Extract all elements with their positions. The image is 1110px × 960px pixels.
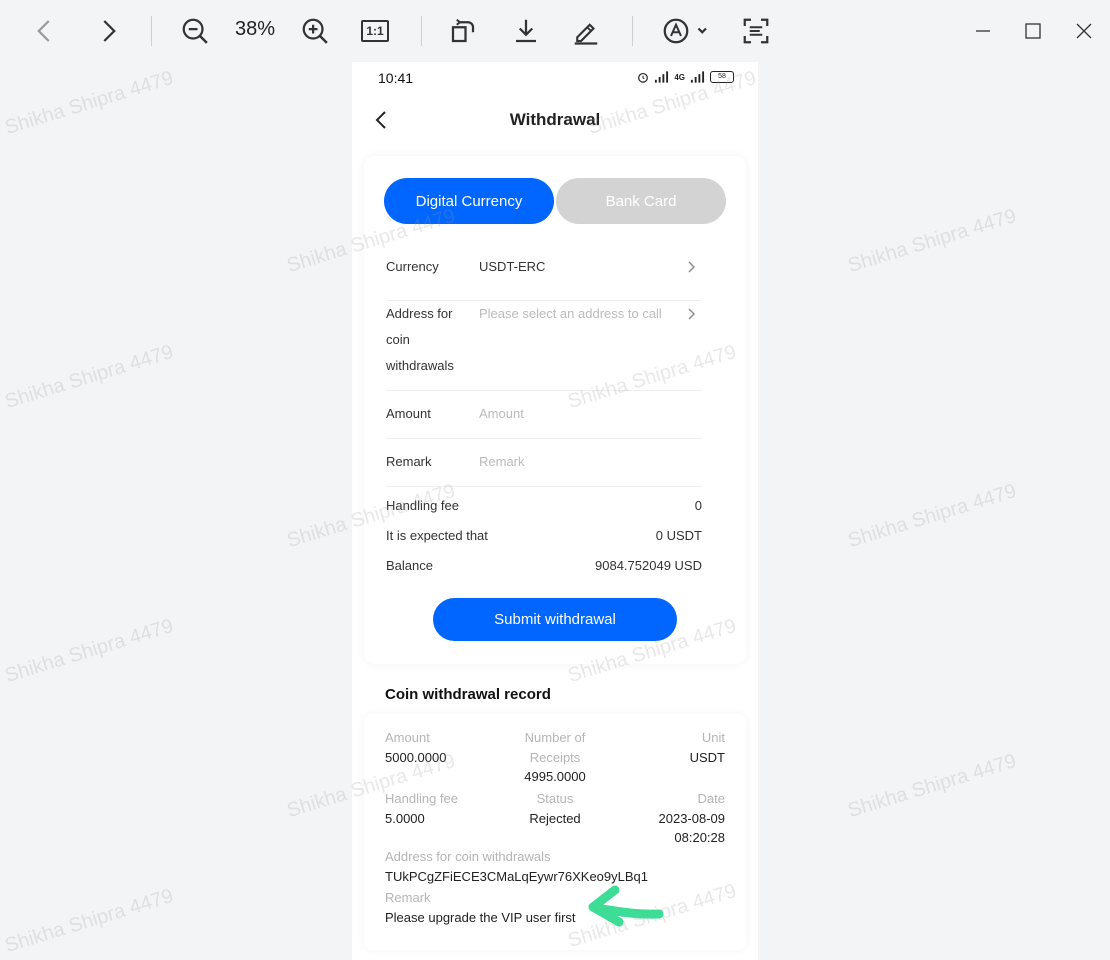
record-fee-label: Handling fee [385,791,458,806]
watermark: Shikha Shipra 4479 [2,66,176,140]
expected-value: 0 USDT [655,528,702,543]
zoom-in-icon[interactable] [296,12,334,50]
address-label: Address for coin withdrawals [386,301,472,379]
remark-label: Remark [386,454,432,469]
watermark: Shikha Shipra 4479 [2,340,176,414]
balance-label: Balance [386,558,433,573]
network-label: 4G [674,72,685,82]
address-label-line: Address for [386,306,453,321]
zoom-level: 38% [234,18,276,40]
record-time-value: 08:20:28 [674,830,725,845]
toolbar-divider [632,16,633,46]
record-receipts: Number of Receipts 4995.0000 [505,728,605,787]
tab-bank-card[interactable]: Bank Card [556,178,726,224]
toolbar-divider [151,16,152,46]
status-time: 10:41 [378,70,414,86]
record-remark-value: Please upgrade the VIP user first [385,909,576,925]
record-remark: Remark Please upgrade the VIP user first [385,888,576,927]
nav-bar: Withdrawal [352,98,758,142]
handling-fee-value: 0 [694,498,702,513]
record-receipts-label: Number of [524,730,586,745]
record-status-label: Status [536,791,574,806]
toolbar-divider [421,16,422,46]
rotate-icon[interactable] [444,12,482,50]
alarm-icon [638,72,649,83]
remark-row[interactable]: Remark Remark [386,449,702,487]
amount-label: Amount [386,406,431,421]
text-recognition-icon[interactable] [658,12,714,50]
maximize-icon[interactable] [1016,14,1050,48]
record-amount-value: 5000.0000 [385,749,447,765]
record-amount-label: Amount [385,730,430,745]
watermark: Shikha Shipra 4479 [845,479,1019,553]
status-icons: 4G 58 [637,71,734,83]
annotation-arrow-icon [588,885,664,927]
record-remark-label: Remark [385,890,431,905]
battery-icon: 58 [710,71,734,83]
address-label-line: withdrawals [386,358,454,373]
record-fee: Handling fee 5.0000 [385,789,458,828]
close-icon[interactable] [1067,14,1101,48]
watermark: Shikha Shipra 4479 [2,884,176,958]
zoom-out-icon[interactable] [176,12,214,50]
balance-value: 9084.752049 USD [595,558,702,573]
record-amount: Amount 5000.0000 [385,728,446,767]
chevron-right-icon [688,261,695,273]
amount-row[interactable]: Amount Amount [386,401,702,439]
record-fee-value: 5.0000 [385,810,425,826]
address-placeholder: Please select an address to call [479,306,662,321]
record-title: Coin withdrawal record [385,686,551,703]
withdrawal-record-card: Amount 5000.0000 Number of Receipts 4995… [364,714,746,950]
record-receipts-value: 4995.0000 [524,769,586,784]
amount-input[interactable]: Amount [479,401,524,427]
address-label-line: coin [386,332,410,347]
address-row[interactable]: Address for coin withdrawals Please sele… [386,301,702,391]
record-date-label: Date [697,791,725,806]
expected-info: It is expected that 0 USDT [386,528,702,543]
actual-size-label: 1:1 [361,20,389,42]
balance-info: Balance 9084.752049 USD [386,558,702,573]
handling-fee-label: Handling fee [386,498,459,513]
record-address-label: Address for coin withdrawals [385,849,551,864]
phone-screenshot: 10:41 4G 58 Withdrawal Digital Currency … [352,62,758,960]
watermark: Shikha Shipra 4479 [845,749,1019,823]
watermark: Shikha Shipra 4479 [2,614,176,688]
signal-icon-2 [690,71,705,83]
record-unit-value: USDT [689,749,725,765]
previous-icon[interactable] [26,12,64,50]
currency-value: USDT-ERC [479,259,546,274]
currency-row[interactable]: Currency USDT-ERC [386,254,702,301]
record-date-value: 2023-08-09 [658,810,726,826]
record-receipts-label: Receipts [529,749,581,765]
handling-fee-info: Handling fee 0 [386,498,702,513]
record-unit: Unit USDT [690,728,725,767]
edit-pen-icon[interactable] [567,12,605,50]
next-icon[interactable] [89,12,127,50]
tab-digital-currency[interactable]: Digital Currency [384,178,554,224]
record-address: Address for coin withdrawals TUkPCgZFiEC… [385,847,648,886]
signal-icon [655,71,669,83]
minimize-icon[interactable] [966,14,1000,48]
actual-size-button[interactable]: 1:1 [356,12,394,50]
viewer-toolbar: 38% 1:1 [0,0,1110,62]
record-unit-label: Unit [701,730,725,745]
record-date: Date 2023-08-09 08:20:28 [659,789,726,848]
scan-text-icon[interactable] [737,12,775,50]
remark-input[interactable]: Remark [479,449,525,475]
currency-tabs: Digital Currency Bank Card [384,178,726,224]
status-bar: 10:41 4G 58 [352,62,758,94]
chevron-right-icon [688,308,695,320]
submit-withdrawal-button[interactable]: Submit withdrawal [433,598,677,641]
download-icon[interactable] [507,12,545,50]
record-status-value: Rejected [529,810,581,826]
record-status: Status Rejected [505,789,605,828]
page-title: Withdrawal [509,110,601,129]
watermark: Shikha Shipra 4479 [845,204,1019,278]
currency-label: Currency [386,259,439,274]
expected-label: It is expected that [386,528,488,543]
